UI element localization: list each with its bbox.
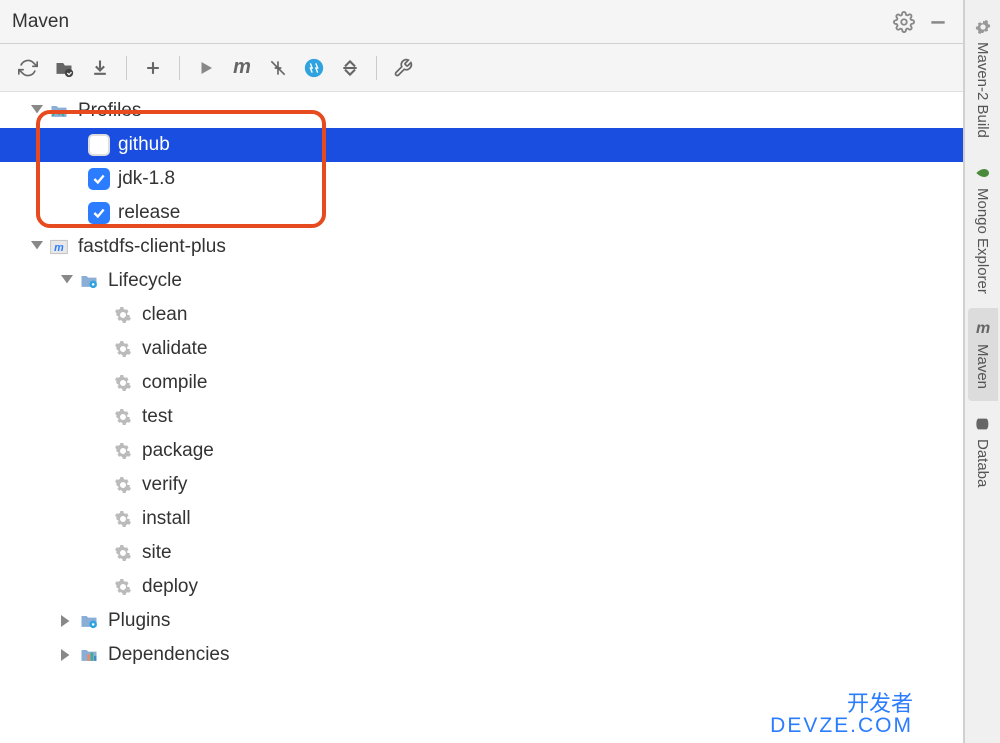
tree-label: github — [118, 134, 170, 156]
lifecycle-goal[interactable]: install — [0, 502, 963, 536]
lifecycle-goal[interactable]: clean — [0, 298, 963, 332]
gear-icon — [112, 576, 134, 598]
lifecycle-goal[interactable]: site — [0, 536, 963, 570]
tree-label: Dependencies — [108, 644, 229, 666]
tree-label: fastdfs-client-plus — [78, 236, 226, 258]
add-project-button[interactable] — [137, 52, 169, 84]
generate-sources-button[interactable] — [48, 52, 80, 84]
checkbox-unchecked[interactable] — [88, 134, 110, 156]
side-tab-label: Maven-2 Build — [974, 42, 991, 138]
tree-label: Profiles — [78, 100, 141, 122]
tree-label: deploy — [142, 576, 198, 598]
right-sidebar: Maven-2 Build Mongo Explorer m Maven Dat… — [964, 0, 1000, 743]
side-tab-database[interactable]: Databa — [968, 403, 998, 499]
maven-icon: m — [974, 320, 992, 338]
tree-label: release — [118, 202, 180, 224]
folder-lib-icon — [78, 644, 100, 666]
project-tree[interactable]: Profiles github jdk-1.8 release m fastdf… — [0, 92, 963, 743]
toolbar: m — [0, 44, 963, 92]
lifecycle-goal[interactable]: package — [0, 434, 963, 468]
lifecycle-goal[interactable]: test — [0, 400, 963, 434]
wrench-button[interactable] — [387, 52, 419, 84]
separator — [179, 56, 180, 80]
tree-label: jdk-1.8 — [118, 168, 175, 190]
watermark-line1: 开发者 — [770, 692, 913, 715]
tree-label: validate — [142, 338, 208, 360]
gear-icon — [974, 18, 992, 36]
toggle-skip-tests-button[interactable] — [298, 52, 330, 84]
tree-label: Plugins — [108, 610, 170, 632]
tree-label: Lifecycle — [108, 270, 182, 292]
svg-text:m: m — [54, 242, 64, 254]
tree-node-project[interactable]: m fastdfs-client-plus — [0, 230, 963, 264]
run-button[interactable] — [190, 52, 222, 84]
download-sources-button[interactable] — [84, 52, 116, 84]
folder-profiles-icon — [48, 100, 70, 122]
profile-item-jdk[interactable]: jdk-1.8 — [0, 162, 963, 196]
collapse-all-button[interactable] — [334, 52, 366, 84]
chevron-down-icon[interactable] — [28, 238, 46, 256]
watermark: 开发者 DevZe.CoM — [770, 692, 913, 737]
separator — [376, 56, 377, 80]
tree-node-dependencies[interactable]: Dependencies — [0, 638, 963, 672]
watermark-line2: DevZe.CoM — [770, 715, 913, 737]
tree-label: package — [142, 440, 214, 462]
lifecycle-goal[interactable]: validate — [0, 332, 963, 366]
gear-icon — [112, 542, 134, 564]
gear-icon — [112, 474, 134, 496]
leaf-icon — [974, 164, 992, 182]
toggle-offline-button[interactable] — [262, 52, 294, 84]
tree-label: clean — [142, 304, 187, 326]
database-icon — [974, 415, 992, 433]
side-tab-label: Databa — [974, 439, 991, 487]
panel-header: Maven — [0, 0, 963, 44]
tree-label: compile — [142, 372, 207, 394]
gear-icon — [112, 338, 134, 360]
panel-title: Maven — [12, 11, 883, 33]
side-tab-label: Mongo Explorer — [974, 188, 991, 294]
chevron-down-icon[interactable] — [28, 102, 46, 120]
tree-label: site — [142, 542, 172, 564]
side-tab-mongo[interactable]: Mongo Explorer — [968, 152, 998, 306]
maven-module-icon: m — [48, 236, 70, 258]
side-tab-maven2build[interactable]: Maven-2 Build — [968, 6, 998, 150]
profile-item-release[interactable]: release — [0, 196, 963, 230]
minimize-icon[interactable] — [925, 9, 951, 35]
maven-goal-button[interactable]: m — [226, 52, 258, 84]
gear-icon — [112, 508, 134, 530]
chevron-down-icon[interactable] — [58, 272, 76, 290]
tree-label: verify — [142, 474, 187, 496]
gear-icon — [112, 372, 134, 394]
lifecycle-goal[interactable]: compile — [0, 366, 963, 400]
maven-panel: Maven m Profiles github — [0, 0, 964, 743]
tree-label: test — [142, 406, 173, 428]
checkbox-checked[interactable] — [88, 202, 110, 224]
tree-node-plugins[interactable]: Plugins — [0, 604, 963, 638]
settings-icon[interactable] — [891, 9, 917, 35]
chevron-right-icon[interactable] — [58, 612, 76, 630]
gear-icon — [112, 304, 134, 326]
separator — [126, 56, 127, 80]
tree-node-lifecycle[interactable]: Lifecycle — [0, 264, 963, 298]
lifecycle-goal[interactable]: deploy — [0, 570, 963, 604]
gear-icon — [112, 406, 134, 428]
side-tab-maven[interactable]: m Maven — [968, 308, 998, 401]
gear-icon — [112, 440, 134, 462]
tree-node-profiles[interactable]: Profiles — [0, 94, 963, 128]
folder-gear-icon — [78, 270, 100, 292]
side-tab-label: Maven — [974, 344, 991, 389]
checkbox-checked[interactable] — [88, 168, 110, 190]
folder-gear-icon — [78, 610, 100, 632]
tree-label: install — [142, 508, 191, 530]
profile-item-github[interactable]: github — [0, 128, 963, 162]
chevron-right-icon[interactable] — [58, 646, 76, 664]
lifecycle-goal[interactable]: verify — [0, 468, 963, 502]
refresh-button[interactable] — [12, 52, 44, 84]
